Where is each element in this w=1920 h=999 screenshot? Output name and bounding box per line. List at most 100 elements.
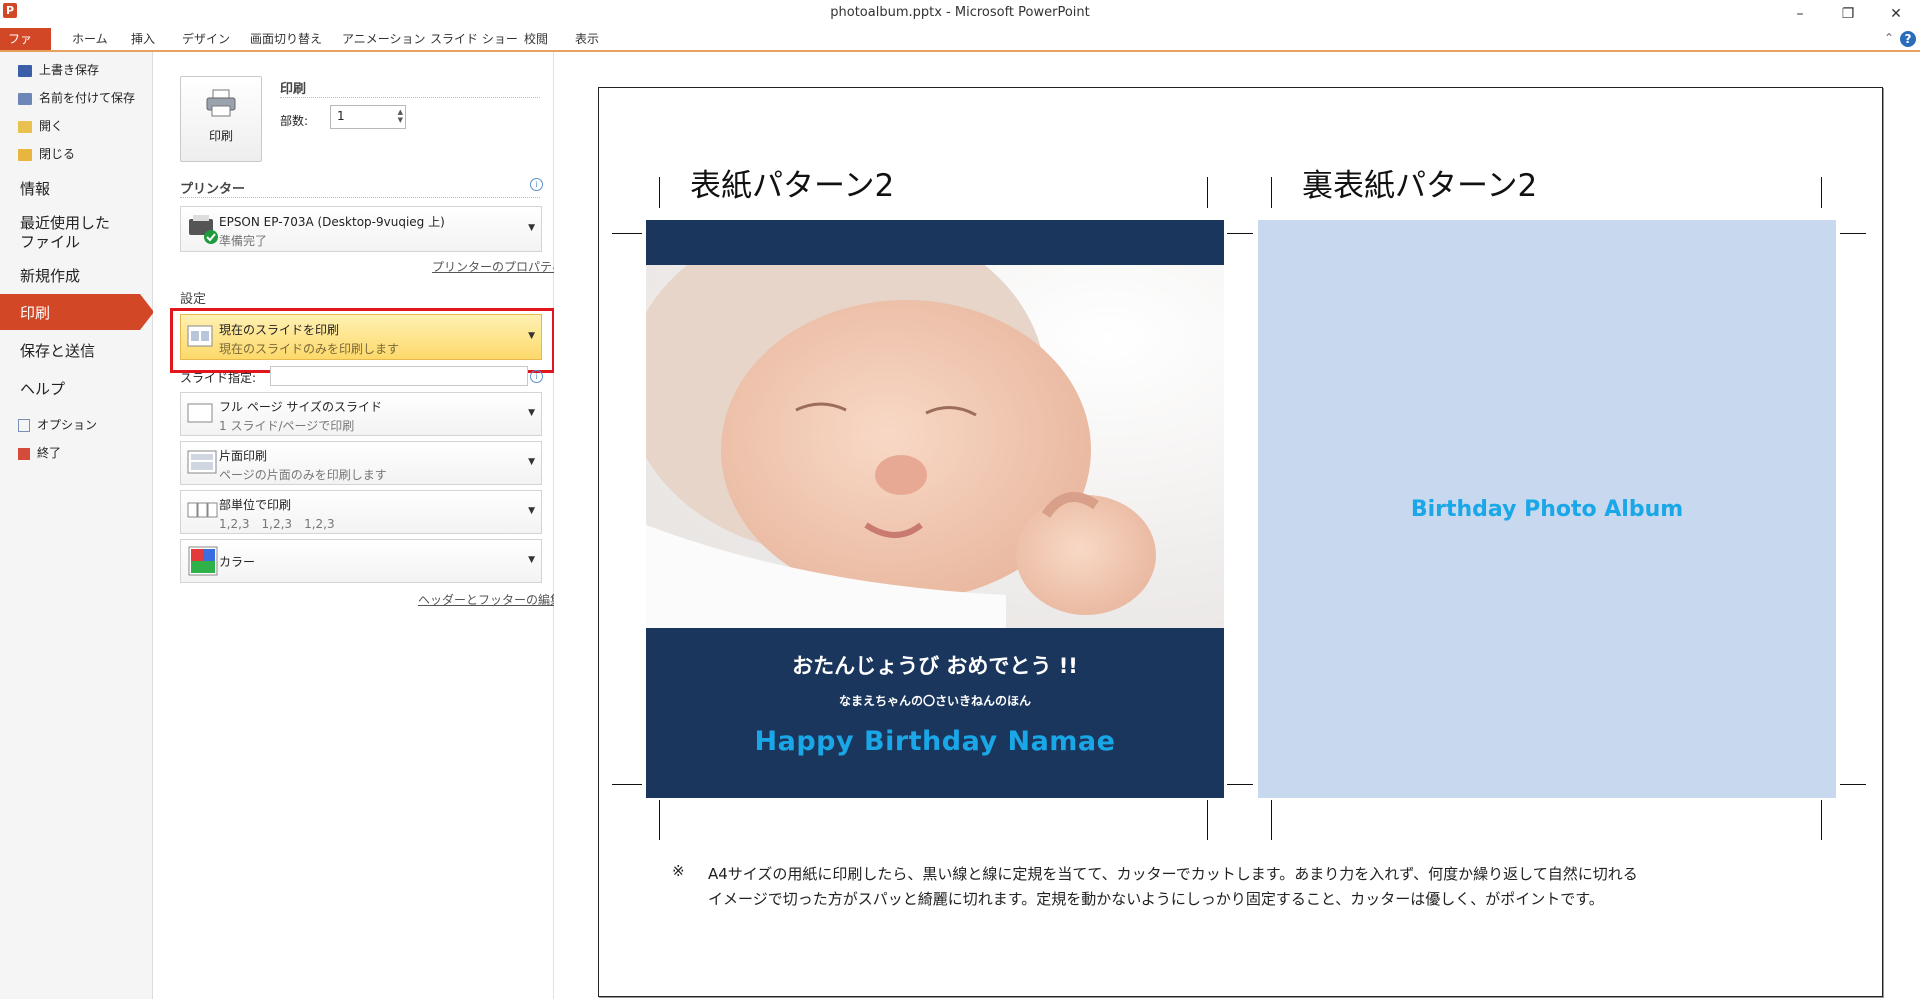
copies-label: 部数:: [280, 114, 309, 128]
layout-desc: 1 スライド/ページで印刷: [219, 419, 355, 433]
one-sided-icon: [187, 450, 217, 474]
printer-name: EPSON EP-703A (Desktop-9vuqieg 上): [219, 215, 445, 229]
tab-review[interactable]: 校閲: [514, 28, 558, 50]
settings-section-title: 設定: [180, 292, 207, 307]
print-button-label: 印刷: [208, 129, 233, 143]
crop-mark: [659, 800, 660, 840]
info-icon[interactable]: i: [530, 178, 543, 191]
crop-mark: [1227, 784, 1253, 785]
full-page-slide-icon: [187, 403, 213, 423]
front-subtitle: なまえちゃんの〇さいきねんのほん: [838, 694, 1031, 708]
crop-mark: [1227, 233, 1253, 234]
tab-slideshow[interactable]: スライド ショー: [420, 28, 528, 50]
minimize-button[interactable]: –: [1778, 2, 1822, 26]
copies-stepper[interactable]: 1 ▲ ▼: [330, 105, 406, 129]
note-text: A4サイズの用紙に印刷したら、黒い線と線に定規を当てて、カッターでカットします。…: [708, 862, 1788, 912]
print-button[interactable]: 印刷: [180, 76, 262, 162]
crop-mark: [612, 784, 642, 785]
minimize-ribbon-icon[interactable]: ⌃: [1884, 31, 1894, 45]
collate-title: 部単位で印刷: [219, 498, 292, 512]
printer-ready-icon: [189, 215, 218, 244]
nav-save[interactable]: 上書き保存: [18, 59, 99, 81]
printer-section-title: プリンター: [180, 182, 246, 197]
baby-photo-image: [646, 265, 1224, 628]
tab-home[interactable]: ホーム: [62, 28, 118, 50]
tab-design[interactable]: デザイン: [172, 28, 240, 50]
nav-new[interactable]: 新規作成: [20, 267, 80, 286]
collate-dropdown[interactable]: 部単位で印刷 1,2,3 1,2,3 1,2,3 ▼: [180, 490, 542, 534]
tab-transitions[interactable]: 画面切り替え: [240, 28, 332, 50]
color-title: カラー: [219, 555, 256, 569]
crop-mark: [1840, 233, 1866, 234]
slides-label: スライド指定:: [180, 371, 257, 385]
chevron-down-icon: ▼: [528, 506, 535, 516]
nav-recent-line2: ファイル: [20, 233, 81, 251]
tab-file[interactable]: ファイル: [0, 28, 51, 68]
ribbon-tabs: ファイル ホーム 挿入 デザイン 画面切り替え アニメーション スライド ショー…: [0, 28, 1920, 68]
nav-recent[interactable]: 最近使用した ファイル: [20, 214, 110, 252]
crop-mark: [1207, 800, 1208, 840]
restore-button[interactable]: ❐: [1826, 2, 1870, 26]
nav-save-as[interactable]: 名前を付けて保存: [18, 87, 135, 109]
exit-icon: [18, 447, 30, 460]
chevron-down-icon: ▼: [528, 457, 535, 467]
tab-insert[interactable]: 挿入: [121, 28, 165, 50]
help-icon[interactable]: ?: [1900, 31, 1916, 47]
save-as-icon: [18, 92, 32, 105]
nav-print[interactable]: 印刷: [0, 294, 154, 330]
crop-mark: [1271, 177, 1272, 208]
tab-view[interactable]: 表示: [565, 28, 609, 50]
nav-close[interactable]: 閉じる: [18, 143, 75, 165]
print-section-title: 印刷: [280, 82, 307, 97]
printer-divider: [180, 197, 540, 198]
nav-help[interactable]: ヘルプ: [20, 380, 65, 399]
header-footer-link[interactable]: ヘッダーとフッターの編集: [418, 591, 562, 608]
layout-dropdown[interactable]: フル ページ サイズのスライド 1 スライド/ページで印刷 ▼: [180, 392, 542, 436]
note-line-1: A4サイズの用紙に印刷したら、黒い線と線に定規を当てて、カッターでカットします。…: [708, 865, 1638, 883]
nav-save-send[interactable]: 保存と送信: [20, 342, 95, 361]
baby-photo: [646, 265, 1224, 628]
slides-input[interactable]: [270, 366, 528, 386]
layout-title: フル ページ サイズのスライド: [219, 400, 383, 414]
printer-status: 準備完了: [219, 234, 268, 248]
note-line-2: イメージで切った方がスパッと綺麗に切れます。定規を動かないようにしっかり固定する…: [708, 890, 1604, 908]
color-dropdown[interactable]: カラー ▼: [180, 539, 542, 583]
crop-mark: [1821, 800, 1822, 840]
printer-icon: [206, 89, 236, 117]
info-icon[interactable]: i: [530, 370, 543, 383]
title-bar: P photoalbum.pptx - Microsoft PowerPoint…: [0, 0, 1920, 28]
sides-title: 片面印刷: [219, 449, 268, 463]
nav-info[interactable]: 情報: [20, 180, 50, 199]
front-cover-heading: 表紙パターン2: [690, 168, 895, 204]
crop-mark: [1840, 784, 1866, 785]
nav-exit[interactable]: 終了: [18, 442, 61, 464]
copies-spin-icon[interactable]: ▲ ▼: [398, 108, 403, 124]
chevron-down-icon: ▼: [528, 408, 535, 418]
printer-dropdown[interactable]: EPSON EP-703A (Desktop-9vuqieg 上) 準備完了 ▼: [180, 206, 542, 252]
collate-icon: [187, 502, 218, 518]
crop-mark: [659, 177, 660, 208]
printer-properties-link[interactable]: プリンターのプロパティ: [432, 258, 563, 275]
folder-open-icon: [18, 120, 32, 133]
color-icon: [188, 546, 218, 576]
close-button[interactable]: ✕: [1874, 2, 1918, 26]
save-icon: [18, 64, 32, 77]
crop-mark: [1821, 177, 1822, 208]
copies-value: 1: [337, 109, 345, 123]
options-icon: [18, 419, 30, 432]
folder-close-icon: [18, 148, 32, 161]
crop-mark: [1271, 800, 1272, 840]
highlight-annotation: [170, 308, 555, 373]
nav-open[interactable]: 開く: [18, 115, 63, 137]
sides-desc: ページの片面のみを印刷します: [219, 468, 387, 482]
print-divider: [280, 97, 540, 98]
crop-mark: [1207, 177, 1208, 208]
nav-options[interactable]: オプション: [18, 414, 97, 436]
crop-mark: [612, 233, 642, 234]
collate-desc: 1,2,3 1,2,3 1,2,3: [219, 517, 335, 531]
sides-dropdown[interactable]: 片面印刷 ページの片面のみを印刷します ▼: [180, 441, 542, 485]
chevron-down-icon: ▼: [528, 223, 535, 233]
nav-recent-line1: 最近使用した: [20, 214, 111, 232]
front-title: おたんじょうび おめでとう !!: [792, 654, 1078, 678]
window-title: photoalbum.pptx - Microsoft PowerPoint: [830, 5, 1090, 20]
